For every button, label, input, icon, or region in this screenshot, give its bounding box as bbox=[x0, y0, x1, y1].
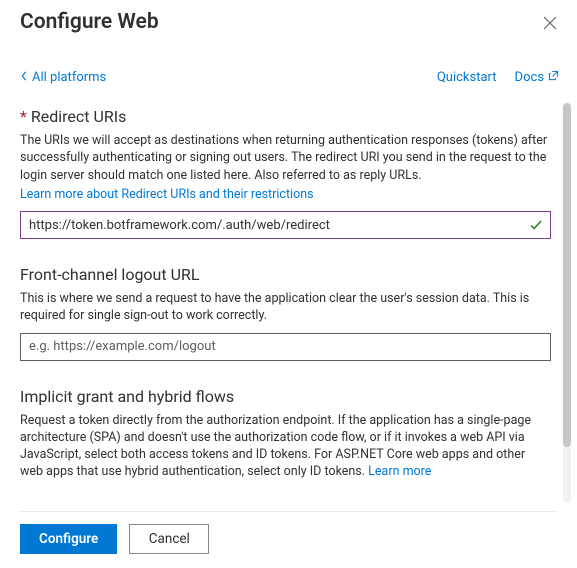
logout-heading: Front-channel logout URL bbox=[20, 265, 551, 284]
panel-title: Configure Web bbox=[20, 10, 159, 34]
content-fade bbox=[20, 493, 551, 511]
logout-url-input[interactable] bbox=[20, 333, 551, 361]
panel-header: Configure Web bbox=[20, 0, 577, 36]
close-button[interactable] bbox=[537, 10, 563, 36]
topbar: All platforms Quickstart Docs bbox=[20, 36, 577, 95]
footer: Configure Cancel bbox=[20, 511, 557, 568]
quickstart-link[interactable]: Quickstart bbox=[437, 70, 497, 85]
redirect-desc: The URIs we will accept as destinations … bbox=[20, 132, 551, 184]
redirect-uri-input[interactable] bbox=[20, 211, 551, 239]
section-implicit-grant: Implicit grant and hybrid flows Request … bbox=[20, 387, 551, 481]
docs-label: Docs bbox=[515, 70, 544, 85]
configure-button[interactable]: Configure bbox=[20, 524, 117, 554]
scroll-area: *Redirect URIs The URIs we will accept a… bbox=[20, 95, 577, 511]
redirect-learn-more-link[interactable]: Learn more about Redirect URIs and their… bbox=[20, 187, 314, 202]
docs-link[interactable]: Docs bbox=[515, 70, 559, 85]
logout-input-row bbox=[20, 333, 551, 361]
cancel-button[interactable]: Cancel bbox=[129, 524, 209, 554]
implicit-learn-more-link[interactable]: Learn more bbox=[368, 464, 431, 479]
implicit-heading: Implicit grant and hybrid flows bbox=[20, 387, 551, 406]
scrollbar-thumb[interactable] bbox=[563, 103, 571, 447]
section-redirect-uris: *Redirect URIs The URIs we will accept a… bbox=[20, 107, 551, 239]
back-all-platforms-link[interactable]: All platforms bbox=[20, 70, 106, 85]
implicit-desc: Request a token directly from the author… bbox=[20, 412, 551, 481]
checkmark-icon bbox=[529, 218, 543, 232]
logout-desc: This is where we send a request to have … bbox=[20, 290, 551, 325]
section-logout-url: Front-channel logout URL This is where w… bbox=[20, 265, 551, 361]
redirect-input-row bbox=[20, 211, 551, 239]
external-link-icon bbox=[548, 70, 559, 85]
close-icon bbox=[543, 15, 557, 34]
content: *Redirect URIs The URIs we will accept a… bbox=[20, 95, 551, 481]
quickstart-label: Quickstart bbox=[437, 70, 497, 85]
configure-web-panel: Configure Web All platforms Quickstart bbox=[0, 0, 577, 568]
topbar-right-links: Quickstart Docs bbox=[437, 70, 559, 85]
chevron-left-icon bbox=[20, 70, 28, 85]
required-asterisk: * bbox=[20, 107, 27, 126]
back-link-label: All platforms bbox=[32, 70, 106, 85]
scrollbar-track[interactable] bbox=[563, 103, 571, 503]
redirect-heading: *Redirect URIs bbox=[20, 107, 551, 126]
